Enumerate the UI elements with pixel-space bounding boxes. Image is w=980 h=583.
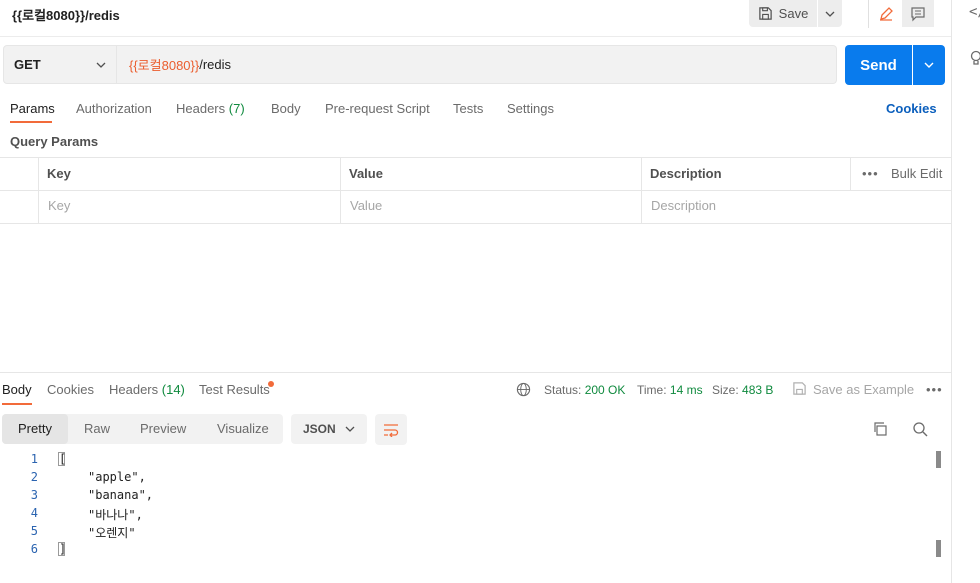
chevron-down-icon xyxy=(345,426,355,432)
column-header-description: Description xyxy=(650,166,722,181)
status-dot xyxy=(268,381,274,387)
line-number: 1 xyxy=(30,452,38,466)
tab-label: Headers xyxy=(109,382,159,397)
lightbulb-icon[interactable] xyxy=(969,50,980,69)
active-tab-indicator xyxy=(2,403,32,405)
code-line[interactable]: "오렌지" xyxy=(88,524,136,541)
line-number: 4 xyxy=(30,506,38,520)
size-indicator[interactable]: Size: 483 B xyxy=(712,383,773,397)
response-tab-test-results[interactable]: Test Results xyxy=(199,382,270,397)
table-border xyxy=(340,157,341,223)
status-indicator[interactable]: Status: 200 OK xyxy=(544,383,625,397)
response-tab-body[interactable]: Body xyxy=(2,382,32,397)
divider xyxy=(0,36,951,37)
code-line[interactable]: "apple", xyxy=(88,470,146,484)
time-indicator[interactable]: Time: 14 ms xyxy=(637,383,703,397)
line-number: 6 xyxy=(30,542,38,556)
code-line[interactable]: "바나나", xyxy=(88,506,143,523)
chevron-down-icon xyxy=(825,11,835,17)
table-border xyxy=(641,157,642,223)
more-options-icon[interactable]: ••• xyxy=(926,382,943,397)
chevron-down-icon xyxy=(96,62,106,68)
right-rail-border xyxy=(951,0,952,583)
table-border xyxy=(0,190,951,191)
response-tab-headers[interactable]: Headers (14) xyxy=(109,382,185,397)
size-label: Size: xyxy=(712,383,739,397)
save-icon xyxy=(758,7,772,20)
format-label: JSON xyxy=(303,422,336,436)
save-label: Save xyxy=(778,6,809,21)
code-line[interactable]: "banana", xyxy=(88,488,153,502)
format-select[interactable]: JSON xyxy=(291,414,367,444)
url-input[interactable]: {{로컬8080}}/redis xyxy=(117,45,837,84)
active-tab-indicator xyxy=(10,121,52,123)
code-line[interactable]: [ xyxy=(59,452,66,466)
time-label: Time: xyxy=(637,383,667,397)
globe-icon[interactable] xyxy=(516,382,531,400)
wrap-icon xyxy=(384,423,399,437)
view-raw[interactable]: Raw xyxy=(84,421,110,436)
response-tab-cookies[interactable]: Cookies xyxy=(47,382,94,397)
tab-pre-request-script[interactable]: Pre-request Script xyxy=(325,101,430,116)
view-pretty[interactable]: Pretty xyxy=(18,421,52,436)
tab-headers[interactable]: Headers (7) xyxy=(176,101,245,116)
pane-divider[interactable] xyxy=(0,372,951,373)
description-input[interactable]: Description xyxy=(651,198,941,213)
view-preview[interactable]: Preview xyxy=(140,421,186,436)
headers-count: (7) xyxy=(228,101,245,116)
cookies-link[interactable]: Cookies xyxy=(886,101,937,116)
comments-button[interactable] xyxy=(902,0,934,27)
save-as-example-button[interactable]: Save as Example xyxy=(813,382,914,397)
table-border xyxy=(0,223,951,224)
edit-button[interactable] xyxy=(870,0,902,27)
line-number: 3 xyxy=(30,488,38,502)
bulk-edit-button[interactable]: Bulk Edit xyxy=(891,166,942,181)
query-params-title: Query Params xyxy=(10,134,99,149)
key-input[interactable]: Key xyxy=(48,198,333,213)
copy-icon[interactable] xyxy=(872,421,888,440)
line-number: 2 xyxy=(30,470,38,484)
divider xyxy=(868,0,869,28)
send-dropdown-button[interactable] xyxy=(913,45,945,85)
status-label: Status: xyxy=(544,383,582,397)
tab-params[interactable]: Params xyxy=(10,101,55,116)
code-icon[interactable]: </ xyxy=(969,4,980,20)
tab-settings[interactable]: Settings xyxy=(507,101,554,116)
method-label: GET xyxy=(14,57,41,72)
comment-icon xyxy=(911,6,925,21)
tab-label: Headers xyxy=(176,101,226,116)
save-button[interactable]: Save xyxy=(749,0,817,27)
tab-tests[interactable]: Tests xyxy=(453,101,483,116)
method-select[interactable]: GET xyxy=(3,45,117,84)
url-path: /redis xyxy=(199,57,232,72)
scrollbar-thumb[interactable] xyxy=(936,451,941,468)
wrap-lines-button[interactable] xyxy=(375,414,407,445)
more-options-icon[interactable]: ••• xyxy=(862,166,879,181)
search-icon[interactable] xyxy=(912,421,928,440)
view-visualize[interactable]: Visualize xyxy=(217,421,269,436)
table-border xyxy=(38,157,39,223)
value-input[interactable]: Value xyxy=(350,198,635,213)
line-number: 5 xyxy=(30,524,38,538)
column-header-value: Value xyxy=(349,166,383,181)
time-value: 14 ms xyxy=(669,383,703,397)
save-icon xyxy=(792,381,807,399)
status-value: 200 OK xyxy=(584,383,626,397)
headers-count: (14) xyxy=(161,382,185,397)
save-dropdown-button[interactable] xyxy=(818,0,842,27)
pencil-icon xyxy=(880,6,893,21)
request-title[interactable]: {{로컬8080}}/redis xyxy=(12,5,120,24)
size-value: 483 B xyxy=(742,383,774,397)
column-header-key: Key xyxy=(47,166,71,181)
chevron-down-icon xyxy=(924,62,934,68)
send-button[interactable]: Send xyxy=(845,45,912,85)
tab-authorization[interactable]: Authorization xyxy=(76,101,152,116)
code-line[interactable]: ] xyxy=(59,542,66,556)
tab-body[interactable]: Body xyxy=(271,101,301,116)
scrollbar-thumb[interactable] xyxy=(936,540,941,557)
table-border xyxy=(0,157,951,158)
table-border xyxy=(850,157,851,190)
url-variable: {{로컬8080}} xyxy=(129,58,200,73)
